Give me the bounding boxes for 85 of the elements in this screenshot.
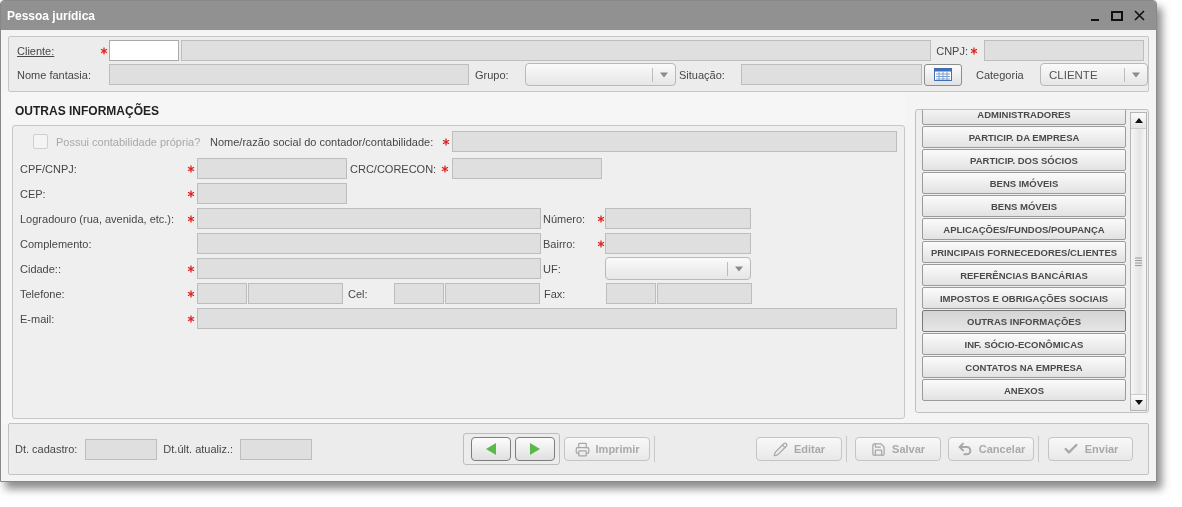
field-label: Telefone: [20, 287, 66, 300]
calendar-button[interactable] [924, 63, 962, 86]
field-label: Categoria [976, 68, 1025, 81]
field-label: Número: [543, 212, 587, 225]
menu-item[interactable]: PARTICIP. DA EMPRESA [922, 126, 1126, 148]
field-label: CEP: [20, 187, 47, 200]
scroll-down-button[interactable] [1131, 395, 1146, 410]
menu-item[interactable]: BENS MÓVEIS [922, 195, 1126, 217]
triangle-right-icon [530, 443, 541, 455]
menu-item[interactable]: PRINCIPAIS FORNECEDORES/CLIENTES [922, 241, 1126, 263]
previous-button[interactable] [471, 437, 512, 461]
field-label: Nome fantasia: [17, 68, 92, 81]
field-label: Dt. cadastro: [15, 443, 78, 455]
save-icon [871, 441, 887, 457]
input-field[interactable] [248, 283, 343, 304]
field-label: Dt.últ. atualiz.: [163, 443, 234, 455]
undo-icon [956, 441, 973, 457]
section-title: OUTRAS INFORMAÇÕES [15, 104, 160, 118]
close-icon [1133, 10, 1145, 21]
menu-item[interactable]: BENS IMÓVEIS [922, 172, 1126, 194]
arrow-down-icon [1134, 400, 1143, 405]
menu-item[interactable]: INF. SÓCIO-ECONÔMICAS [922, 333, 1126, 355]
next-button[interactable] [515, 437, 556, 461]
field-label: UF: [543, 262, 562, 275]
field-label: Bairro: [543, 237, 577, 250]
field-label: Cidade:: [20, 262, 62, 275]
field-label: CPF/CNPJ: [20, 162, 78, 175]
field-label: Fax: [544, 287, 567, 300]
input-field[interactable] [109, 64, 469, 85]
printer-icon [574, 441, 590, 457]
input-field[interactable] [109, 40, 179, 61]
field-label: E-mail: [20, 312, 56, 325]
menu-item[interactable]: PARTICIP. DOS SÓCIOS [922, 149, 1126, 171]
input-field[interactable] [452, 131, 897, 152]
scrollbar[interactable] [1130, 112, 1147, 411]
field-label: CRC/CORECON: [350, 162, 437, 175]
field-label: Complemento: [20, 237, 93, 250]
field-label: Cel: [348, 287, 369, 300]
field-label: Situação: [679, 68, 726, 81]
input-field[interactable] [197, 183, 347, 204]
maximize-icon [1111, 10, 1123, 21]
input-field[interactable] [741, 64, 922, 85]
window-title: Pessoa jurídica [7, 8, 97, 23]
input-field[interactable] [197, 158, 347, 179]
input-field[interactable] [657, 283, 752, 304]
menu-item[interactable]: CONTATOS NA EMPRESA [922, 356, 1126, 378]
field-label: Grupo: [475, 68, 510, 81]
categoria-dropdown[interactable]: CLIENTE [1040, 63, 1148, 86]
input-field[interactable] [445, 283, 540, 304]
input-field[interactable] [240, 438, 313, 460]
input-field[interactable] [181, 40, 932, 61]
input-field[interactable] [452, 158, 602, 179]
menu-item[interactable]: OUTRAS INFORMAÇÕES [922, 310, 1126, 332]
field-label: Logradouro (rua, avenida, etc.): [20, 212, 176, 225]
input-field[interactable] [197, 208, 541, 229]
menu-item[interactable]: IMPOSTOS E OBRIGAÇÕES SOCIAIS [922, 287, 1126, 309]
field-label: Cliente: [17, 44, 56, 57]
pencil-icon [772, 441, 788, 457]
input-field[interactable] [605, 233, 751, 254]
grip-icon [1135, 257, 1142, 266]
uf-dropdown[interactable] [605, 257, 751, 280]
input-field[interactable] [85, 438, 158, 460]
input-field[interactable] [197, 233, 541, 254]
field-label: CNPJ: [936, 44, 968, 57]
calendar-icon [934, 68, 952, 81]
scroll-up-button[interactable] [1131, 113, 1146, 128]
menu-item[interactable]: ANEXOS [922, 379, 1126, 401]
field-label: Nome/razão social do contador/contabilidade: [210, 135, 435, 148]
menu-item[interactable]: APLICAÇÕES/FUNDOS/POUPANÇA [922, 218, 1126, 240]
input-field[interactable] [984, 40, 1144, 61]
field-label: Possui contabilidade própria? [56, 135, 202, 148]
menu-item[interactable]: REFERÊNCIAS BANCÁRIAS [922, 264, 1126, 286]
menu-item[interactable]: ADMINISTRADORES [922, 110, 1126, 125]
minimize-icon [1091, 18, 1099, 21]
triangle-left-icon [486, 443, 497, 455]
input-field[interactable] [197, 258, 541, 279]
input-field[interactable] [605, 208, 751, 229]
input-field[interactable] [394, 283, 444, 304]
dropdown-value: CLIENTE [1049, 68, 1099, 81]
grupo-dropdown[interactable] [525, 63, 676, 86]
input-field[interactable] [606, 283, 656, 304]
input-field[interactable] [197, 283, 247, 304]
arrow-up-icon [1134, 118, 1143, 123]
scroll-thumb[interactable] [1131, 128, 1146, 395]
input-field[interactable] [197, 308, 897, 329]
